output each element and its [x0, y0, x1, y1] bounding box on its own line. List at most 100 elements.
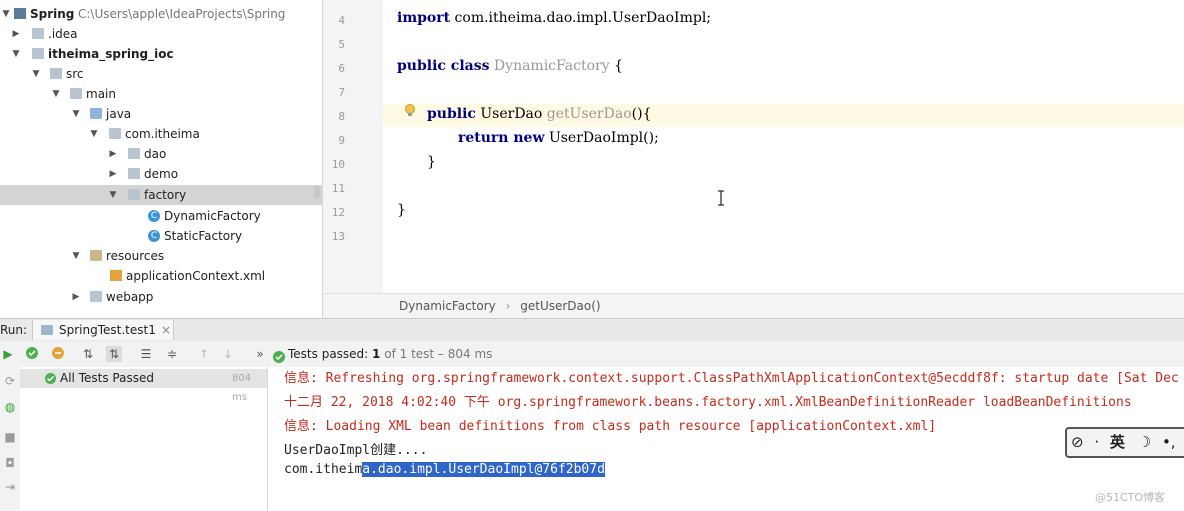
project-path: C:\Users\apple\IdeaProjects\Spring	[78, 7, 286, 21]
show-passed-icon[interactable]	[24, 346, 40, 362]
tree-item-dynamicfactory[interactable]: C DynamicFactory	[0, 206, 322, 226]
package-icon	[128, 148, 140, 159]
line-number: 12	[331, 206, 345, 219]
tree-item-webapp[interactable]: ▶ webapp	[0, 287, 322, 307]
line-number: 11	[331, 182, 345, 195]
run-tab-label: SpringTest.test1	[59, 323, 156, 337]
ime-toolbar[interactable]: ⊘ · 英 ☽ •,	[1065, 427, 1184, 458]
chevron-down-icon[interactable]: ▼	[30, 64, 42, 84]
breadcrumb-item[interactable]: getUserDao()	[520, 299, 600, 313]
xml-file-icon	[110, 270, 122, 281]
tree-item-staticfactory[interactable]: C StaticFactory	[0, 226, 322, 246]
chevron-down-icon[interactable]: ▼	[0, 4, 12, 24]
close-icon[interactable]: ×	[161, 320, 171, 340]
exit-icon[interactable]: ⇥	[2, 479, 18, 495]
code-line-9: return new UserDaoImpl();	[458, 130, 659, 146]
tree-item-label: com.itheima	[125, 127, 200, 141]
class-icon: C	[148, 210, 160, 222]
text-cursor-icon	[717, 190, 724, 206]
run-side-toolbar: ⟳ ◍ ■ ◘ ⇥	[0, 367, 21, 511]
line-number: 4	[338, 14, 345, 27]
tree-item-applicationcontext[interactable]: applicationContext.xml	[0, 266, 322, 286]
show-ignored-icon[interactable]	[50, 346, 66, 362]
chevron-down-icon[interactable]: ▼	[10, 44, 22, 64]
chevron-down-icon[interactable]: ▼	[107, 185, 119, 205]
chevron-right-icon[interactable]: ▶	[107, 164, 119, 184]
code-line-8: public UserDao getUserDao(){	[427, 106, 652, 122]
tree-item-src[interactable]: ▼ src	[0, 64, 322, 84]
sort-alpha-icon[interactable]: ⇅	[80, 346, 96, 362]
previous-failed-icon[interactable]: ↑	[196, 346, 212, 362]
tree-item-label: applicationContext.xml	[126, 269, 266, 283]
test-config-icon	[41, 325, 53, 335]
ime-moon-icon[interactable]: ☽	[1138, 433, 1151, 451]
line-number: 7	[338, 86, 345, 99]
ime-logo-icon[interactable]: ⊘	[1071, 433, 1084, 451]
run-tool-window-header: Run:	[0, 318, 1184, 342]
console-line: 信息: Refreshing org.springframework.conte…	[284, 371, 1184, 386]
console-line: 信息: Loading XML bean definitions from cl…	[284, 419, 937, 434]
tree-item-label: itheima_spring_ioc	[48, 47, 174, 61]
status-count: 1	[372, 347, 381, 361]
code-line-6: public class DynamicFactory {	[397, 58, 623, 74]
folder-icon	[32, 28, 44, 39]
tree-item-resources[interactable]: ▼ resources	[0, 246, 322, 266]
folder-icon	[90, 291, 102, 302]
sort-duration-icon[interactable]: ⇅	[106, 346, 122, 362]
passed-icon	[272, 347, 286, 363]
tree-item-label: demo	[144, 167, 179, 181]
test-result-label: All Tests Passed	[60, 371, 154, 385]
tree-item-dao[interactable]: ▶ dao	[0, 144, 322, 164]
chevron-down-icon[interactable]: ▼	[70, 104, 82, 124]
chevron-right-icon[interactable]: ▶	[70, 287, 82, 307]
run-tab[interactable]: SpringTest.test1 ×	[32, 320, 174, 340]
tree-item-idea[interactable]: ▶ .idea	[0, 24, 322, 44]
code-area: import com.itheima.dao.impl.UserDaoImpl;…	[383, 0, 1184, 293]
line-number: 9	[338, 134, 345, 147]
tree-item-main[interactable]: ▼ main	[0, 84, 322, 104]
restore-layout-icon[interactable]: ⟳	[2, 373, 18, 389]
tree-item-demo[interactable]: ▶ demo	[0, 164, 322, 184]
tree-item-label: dao	[144, 147, 167, 161]
stop-icon[interactable]: ■	[2, 429, 18, 445]
ime-mode[interactable]: 英	[1110, 433, 1125, 451]
chevron-down-icon[interactable]: ▼	[70, 246, 82, 266]
breadcrumb: DynamicFactory › getUserDao()	[323, 293, 1184, 319]
coverage-icon[interactable]: ◍	[2, 399, 18, 415]
chevron-down-icon[interactable]: ▼	[50, 84, 62, 104]
package-icon	[128, 189, 140, 200]
tree-item-label: DynamicFactory	[164, 209, 261, 223]
tree-item-label: java	[106, 107, 132, 121]
collapse-all-icon[interactable]: ≑	[164, 346, 180, 362]
tree-item-module[interactable]: ▼ itheima_spring_ioc	[0, 44, 322, 64]
more-icon[interactable]: »	[252, 346, 268, 362]
module-folder-icon	[32, 48, 44, 59]
tree-item-label: .idea	[48, 27, 78, 41]
console-output[interactable]: 信息: Refreshing org.springframework.conte…	[268, 367, 1184, 511]
tree-scrollbar[interactable]	[314, 186, 320, 198]
tree-item-factory[interactable]: ▼ factory	[0, 185, 322, 205]
breadcrumb-item[interactable]: DynamicFactory	[399, 299, 496, 313]
tree-item-java[interactable]: ▼ java	[0, 104, 322, 124]
ime-separator: ·	[1094, 433, 1100, 451]
ime-punctuation-icon[interactable]: •,	[1162, 433, 1176, 451]
test-result-row[interactable]: All Tests Passed 804 ms	[20, 369, 267, 403]
chevron-down-icon[interactable]: ▼	[88, 124, 100, 144]
watermark: @51CTO博客	[1095, 491, 1166, 504]
chevron-right-icon[interactable]: ▶	[107, 144, 119, 164]
breadcrumb-separator: ›	[505, 299, 511, 313]
console-line: com.itheima.dao.impl.UserDaoImpl@76f2b07…	[284, 462, 605, 477]
tree-item-label: webapp	[106, 290, 154, 304]
rerun-icon[interactable]: ▶	[0, 346, 16, 362]
tree-item-com-itheima[interactable]: ▼ com.itheima	[0, 124, 322, 144]
editor-gutter: 4 5 6 7 8 9 10 11 12 13	[323, 0, 383, 293]
next-failed-icon[interactable]: ↓	[220, 346, 236, 362]
code-line-10: }	[427, 154, 436, 170]
tree-item-label: src	[66, 67, 84, 81]
camera-icon[interactable]: ◘	[2, 455, 18, 471]
tree-item-label: main	[86, 87, 116, 101]
run-label: Run:	[0, 323, 28, 337]
tree-item-project-root[interactable]: ▼ Spring C:\Users\apple\IdeaProjects\Spr…	[0, 4, 322, 24]
expand-all-icon[interactable]: ☰	[138, 346, 154, 362]
chevron-right-icon[interactable]: ▶	[10, 24, 22, 44]
